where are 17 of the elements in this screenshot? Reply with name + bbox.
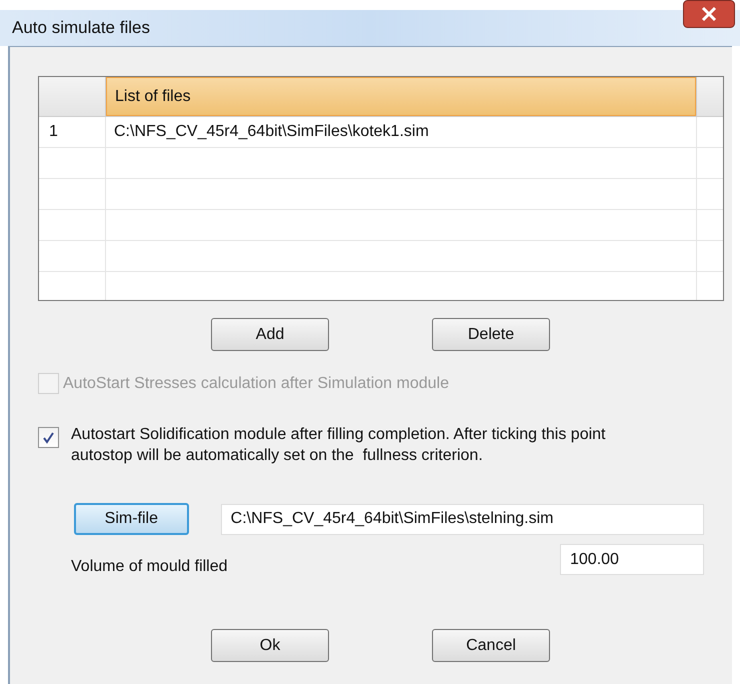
row-header-cell: 1: [39, 117, 106, 147]
close-icon[interactable]: [683, 0, 735, 28]
volume-label: Volume of mould filled: [71, 557, 228, 577]
button[interactable]: Sim-file: [74, 503, 189, 535]
column-header[interactable]: List of files: [106, 77, 696, 116]
checkbox-label: Autostart Solidification module after filling completion. After ticking this point autostop will be automatically set on the fullness criterion.: [71, 425, 606, 466]
button[interactable]: Delete: [432, 318, 550, 351]
volume-field[interactable]: 100.00: [560, 544, 704, 575]
checkbox[interactable]: [38, 427, 59, 448]
window-title: Auto simulate files: [12, 17, 150, 40]
button[interactable]: Add: [211, 318, 329, 351]
button[interactable]: Ok: [211, 629, 329, 662]
button[interactable]: Cancel: [432, 629, 550, 662]
check-icon: [42, 431, 55, 444]
table-cell-text: C:\NFS_CV_45r4_64bit\SimFiles\kotek1.sim: [114, 122, 429, 142]
checkbox-label: AutoStart Stresses calculation after Simulation module: [63, 374, 449, 394]
sim-file-field[interactable]: C:\NFS_CV_45r4_64bit\SimFiles\stelning.sim: [220, 504, 704, 534]
